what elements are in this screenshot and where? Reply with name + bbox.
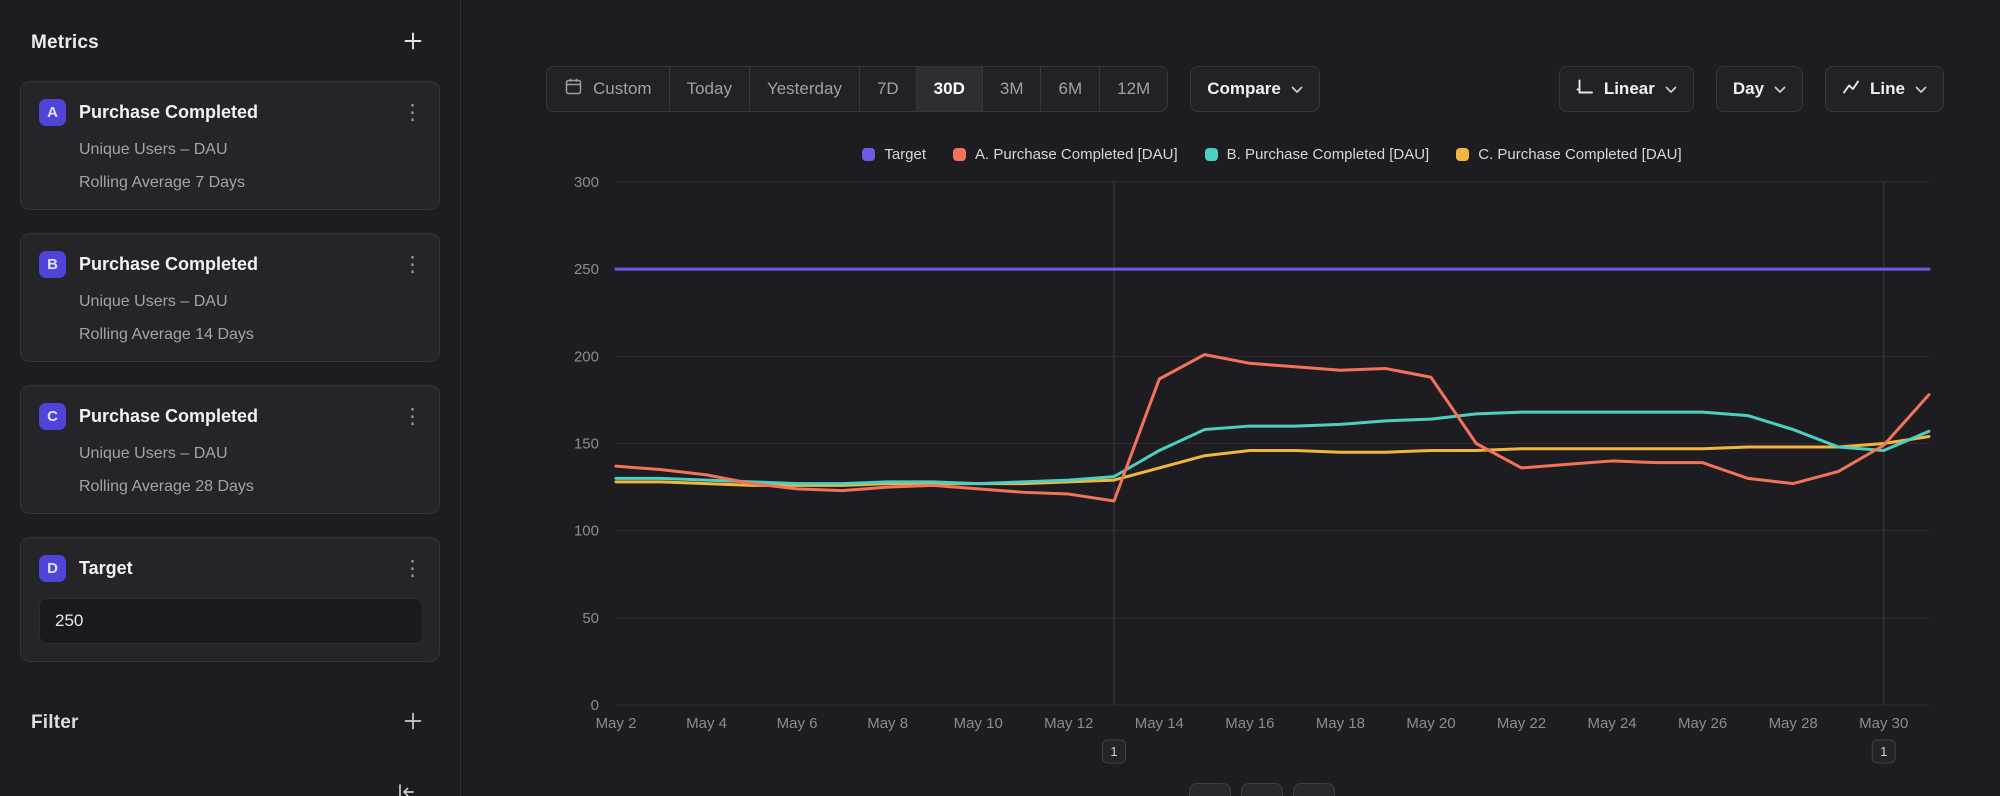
chart-bottom-toolbar [1189,783,1335,796]
kebab-menu-icon[interactable]: ⋮ [402,103,423,123]
metric-measure[interactable]: Unique Users – DAU [39,141,423,159]
collapse-left-icon [394,780,418,796]
svg-text:May 10: May 10 [954,715,1003,732]
range-custom[interactable]: Custom [547,67,669,111]
range-yesterday[interactable]: Yesterday [749,67,859,111]
svg-text:1: 1 [1880,744,1887,759]
svg-text:0: 0 [591,697,599,714]
svg-text:May 24: May 24 [1587,715,1636,732]
range-12m[interactable]: 12M [1099,67,1167,111]
metric-title: Purchase Completed [79,102,258,123]
axis-icon [1576,78,1594,101]
svg-text:May 30: May 30 [1859,715,1908,732]
chart-panel: Custom Today Yesterday 7D 30D 3M 6M 12M … [461,0,2000,796]
svg-text:May 20: May 20 [1406,715,1455,732]
metric-badge: A [39,99,66,126]
plus-icon [402,30,424,55]
svg-text:200: 200 [574,348,599,365]
metric-rolling-average[interactable]: Rolling Average 7 Days [39,174,423,192]
svg-text:May 18: May 18 [1316,715,1365,732]
chevron-down-icon [1291,79,1303,99]
metric-rolling-average[interactable]: Rolling Average 28 Days [39,478,423,496]
granularity-label: Day [1733,79,1764,99]
chart-tool-button-1[interactable] [1189,783,1231,796]
compare-label: Compare [1207,79,1281,99]
svg-text:May 6: May 6 [777,715,818,732]
chevron-down-icon [1915,79,1927,99]
chevron-down-icon [1665,79,1677,99]
scale-button[interactable]: Linear [1559,66,1694,112]
calendar-icon [564,77,583,101]
chart-plot[interactable]: 0 50 100 150 200 250 300 1 1 May 2 May 4 May 6 May 8… [461,150,2000,796]
svg-text:50: 50 [582,610,599,627]
svg-text:May 28: May 28 [1769,715,1818,732]
chart-tool-button-2[interactable] [1241,783,1283,796]
insights-app: Metrics A Purchase Completed ⋮ Unique Us… [0,0,2000,796]
range-7d[interactable]: 7D [859,67,916,111]
kebab-menu-icon[interactable]: ⋮ [402,559,423,579]
chart-tool-button-3[interactable] [1293,783,1335,796]
svg-text:May 22: May 22 [1497,715,1546,732]
svg-text:May 4: May 4 [686,715,727,732]
metric-badge: B [39,251,66,278]
metric-title: Purchase Completed [79,406,258,427]
range-today[interactable]: Today [669,67,749,111]
add-metric-button[interactable] [398,26,428,59]
compare-button[interactable]: Compare [1190,66,1320,112]
granularity-button[interactable]: Day [1716,66,1803,112]
svg-text:May 2: May 2 [596,715,637,732]
svg-text:100: 100 [574,523,599,540]
metric-card-a[interactable]: A Purchase Completed ⋮ Unique Users – DA… [20,81,440,210]
svg-text:300: 300 [574,174,599,191]
svg-text:May 12: May 12 [1044,715,1093,732]
target-value-input[interactable] [39,598,423,644]
svg-text:May 8: May 8 [867,715,908,732]
chart-type-label: Line [1870,79,1905,99]
date-range-control: Custom Today Yesterday 7D 30D 3M 6M 12M [546,66,1168,112]
svg-text:May 14: May 14 [1135,715,1184,732]
chart-toolbar: Custom Today Yesterday 7D 30D 3M 6M 12M … [546,66,1944,112]
line-chart-icon [1842,78,1860,101]
range-30d[interactable]: 30D [916,67,982,111]
metric-badge: D [39,555,66,582]
metrics-sidebar: Metrics A Purchase Completed ⋮ Unique Us… [0,0,461,796]
add-filter-button[interactable] [398,706,428,739]
kebab-menu-icon[interactable]: ⋮ [402,255,423,275]
metrics-title: Metrics [31,32,99,54]
svg-text:May 26: May 26 [1678,715,1727,732]
range-3m[interactable]: 3M [982,67,1041,111]
svg-text:1: 1 [1110,744,1117,759]
metric-measure[interactable]: Unique Users – DAU [39,293,423,311]
metric-card-b[interactable]: B Purchase Completed ⋮ Unique Users – DA… [20,233,440,362]
chart-type-button[interactable]: Line [1825,66,1944,112]
collapse-sidebar-button[interactable] [390,776,422,796]
svg-text:150: 150 [574,436,599,453]
range-label: Custom [593,79,652,99]
metric-card-c[interactable]: C Purchase Completed ⋮ Unique Users – DA… [20,385,440,514]
kebab-menu-icon[interactable]: ⋮ [402,407,423,427]
target-title: Target [79,558,133,579]
filter-title: Filter [31,712,79,734]
plus-icon [402,710,424,735]
metric-measure[interactable]: Unique Users – DAU [39,445,423,463]
svg-text:May 16: May 16 [1225,715,1274,732]
scale-label: Linear [1604,79,1655,99]
metric-title: Purchase Completed [79,254,258,275]
svg-text:250: 250 [574,261,599,278]
chevron-down-icon [1774,79,1786,99]
metric-badge: C [39,403,66,430]
metric-rolling-average[interactable]: Rolling Average 14 Days [39,326,423,344]
target-card[interactable]: D Target ⋮ [20,537,440,662]
range-6m[interactable]: 6M [1040,67,1099,111]
